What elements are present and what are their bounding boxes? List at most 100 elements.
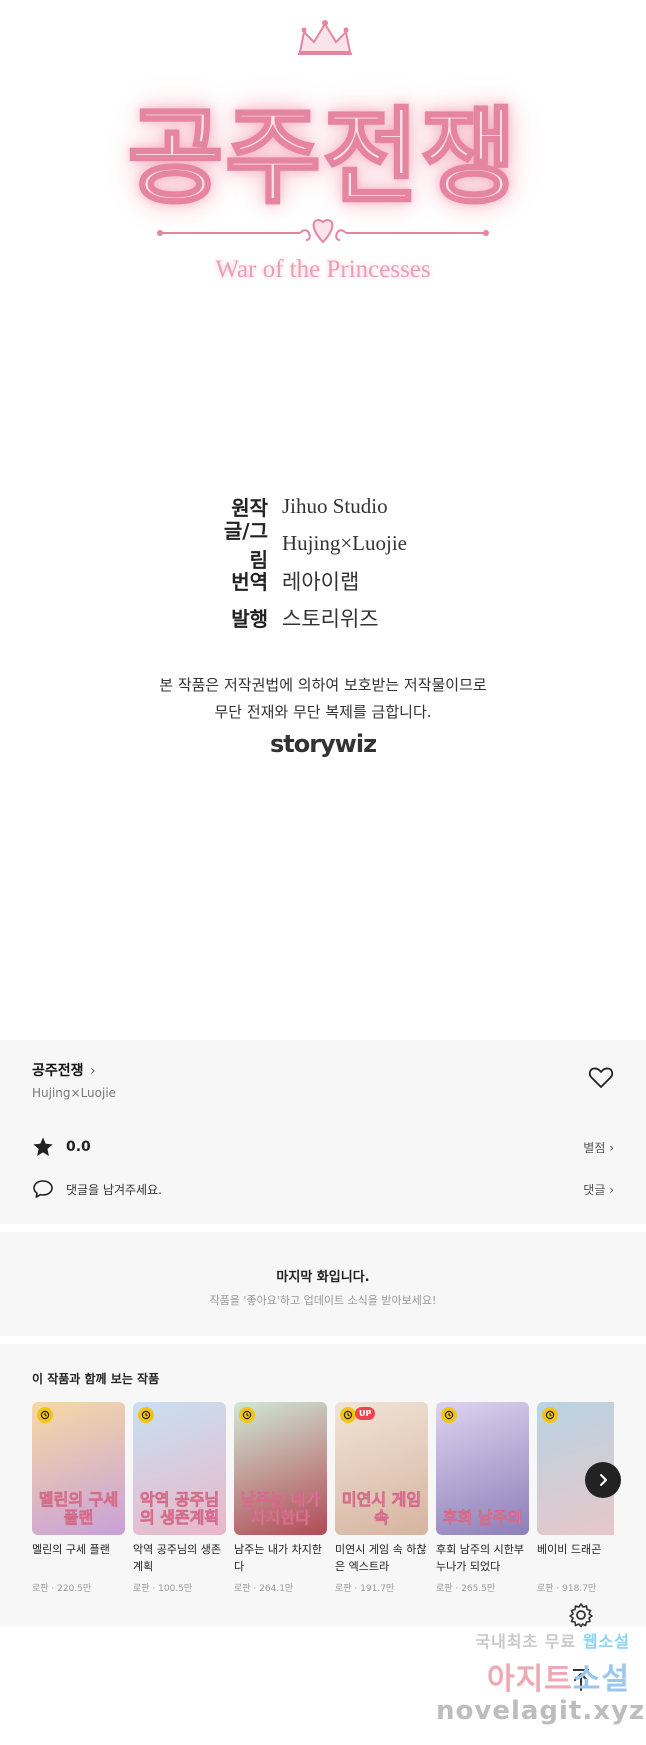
recommendation-title: 베이비 드래곤 [537, 1543, 602, 1556]
watermark-text: 국내최초 무료 [475, 1632, 583, 1651]
recommendations-heading: 이 작품과 함께 보는 작품 [32, 1372, 160, 1386]
last-episode-notice: 마지막 화입니다. 작품을 '좋아요'하고 업데이트 소식을 받아보세요! [0, 1232, 646, 1336]
rating-link-label: 별점 [583, 1140, 606, 1155]
recommendation-card[interactable]: 악역 공주님의 생존계획 악역 공주님의 생존계획 로판 · 100.5만 [133, 1402, 226, 1594]
credit-row: 발행 스토리위즈 [210, 599, 510, 636]
last-episode-subtitle: 작품을 '좋아요'하고 업데이트 소식을 받아보세요! [209, 1294, 437, 1307]
recommendation-views: 220.5만 [57, 1584, 92, 1594]
cover-thumbnail: UP 미연시 게임 속 [335, 1402, 428, 1535]
recommendation-title: 미연시 게임 속 하찮은 엑스트라 [335, 1543, 427, 1573]
meta-separator: · [351, 1584, 361, 1594]
star-icon [33, 1137, 53, 1156]
cover-title-art: 멜린의 구세플랜 [38, 1490, 119, 1527]
recommendation-title: 남주는 내가 차지한다 [234, 1543, 322, 1573]
site-watermark: 국내최초 무료 웹소설 아지트소설 novelagit.xyz [436, 1628, 646, 1745]
recommendations-section: 이 작품과 함께 보는 작품 멜린의 구세플랜멜린의 구세 플랜로판 · 220… [0, 1344, 646, 1626]
recommendation-meta: 로판 · 264.1만 [234, 1581, 327, 1594]
recommendation-meta: 로판 · 191.7만 [335, 1581, 428, 1594]
chevron-right-icon [600, 1474, 607, 1486]
cover-thumbnail: 멜린의 구세플랜 [32, 1402, 125, 1535]
rating-value: 0.0 [66, 1139, 91, 1155]
title-english: War of the Princesses [215, 256, 431, 283]
cover-thumbnail: 후회 남주의 [436, 1402, 529, 1535]
recommendation-title: 멜린의 구세 플랜 [32, 1543, 110, 1556]
update-badge: UP [355, 1407, 376, 1420]
recommendation-card[interactable]: 멜린의 구세플랜멜린의 구세 플랜로판 · 220.5만 [32, 1402, 125, 1594]
copyright-line: 본 작품은 저작권법에 의하여 보호받는 저작물이므로 [159, 676, 487, 694]
comment-link[interactable]: 댓글 › [583, 1181, 614, 1198]
chevron-right-icon: › [85, 1063, 96, 1079]
publisher-logo: storywiz [269, 730, 377, 758]
recommendation-genre: 로판 [133, 1584, 150, 1594]
series-author: Hujing×Luojie [32, 1086, 117, 1100]
cover-title-art: 악역 공주님의 생존계획 [139, 1490, 220, 1527]
watermark-text: 아지트 [486, 1662, 573, 1697]
watermark-url: novelagit.xyz [436, 1696, 646, 1726]
watermark-text: 웹소설 [582, 1632, 630, 1651]
last-episode-title: 마지막 화입니다. [276, 1270, 370, 1285]
copyright-notice: 본 작품은 저작권법에 의하여 보호받는 저작물이므로 무단 전재와 무단 복제… [0, 672, 646, 726]
recommendation-views: 918.7만 [562, 1584, 597, 1594]
wait-free-clock-icon [138, 1407, 154, 1423]
recommendations-list[interactable]: 멜린의 구세플랜 멜린의 구세 플랜 로판 · 220.5만 악역 공주님의 생존계획… [32, 1402, 614, 1612]
meta-separator: · [149, 1584, 159, 1594]
cover-thumbnail: 악역 공주님의 생존계획 [133, 1402, 226, 1535]
watermark-line: 아지트소설 [436, 1654, 630, 1698]
rating-row: 0.0 별점 › [32, 1136, 614, 1158]
recommendation-title: 악역 공주님의 생존계획 [133, 1543, 221, 1573]
recommendation-meta: 로판 · 265.5만 [436, 1581, 529, 1594]
title-artwork: 공주전쟁 War of the Princesses [0, 0, 646, 330]
cover-title-art: 남주는 내가 차지한다 [240, 1490, 321, 1527]
cover-thumbnail: 남주는 내가 차지한다 [234, 1402, 327, 1535]
wait-free-clock-icon [542, 1407, 558, 1423]
wait-free-clock-icon [37, 1407, 53, 1423]
recommendation-card[interactable]: 남주는 내가 차지한다 남주는 내가 차지한다 로판 · 264.1만 [234, 1402, 327, 1594]
recommendation-card[interactable]: 베이비 드래곤로판 · 918.7만 [537, 1402, 614, 1594]
recommendation-views: 100.5만 [158, 1584, 193, 1594]
recommendation-genre: 로판 [32, 1584, 49, 1594]
watermark-text: 소설 [572, 1662, 630, 1697]
comment-prompt: 댓글을 남겨주세요. [66, 1182, 162, 1197]
meta-separator: · [452, 1584, 462, 1594]
wait-free-clock-icon [441, 1407, 457, 1423]
credit-value: Jihuo Studio [282, 494, 388, 518]
recommendation-meta: 로판 · 220.5만 [32, 1581, 125, 1594]
recommendation-genre: 로판 [335, 1584, 352, 1594]
watermark-line: 국내최초 무료 웹소설 [436, 1628, 630, 1652]
credits-block: 원작 Jihuo Studio 글/그림 Hujing×Luojie 번역 레아… [210, 488, 510, 636]
recommendation-title: 후회 남주의 시한부 누나가 되었다 [436, 1543, 524, 1573]
recommendation-views: 264.1만 [259, 1584, 294, 1594]
meta-separator: · [553, 1584, 563, 1594]
wait-free-clock-icon [239, 1407, 255, 1423]
title-korean: 공주전쟁 [126, 94, 519, 220]
cover-title-art: 미연시 게임 속 [341, 1490, 422, 1527]
meta-separator: · [250, 1584, 260, 1594]
gear-icon[interactable] [566, 1600, 596, 1630]
cover-title-art: 후회 남주의 [442, 1508, 523, 1527]
series-title-link[interactable]: 공주전쟁 › [32, 1060, 96, 1080]
ornament-divider-icon [157, 219, 489, 244]
copyright-line: 무단 전재와 무단 복제를 금합니다. [214, 703, 432, 721]
recommendation-views: 191.7만 [360, 1584, 395, 1594]
credit-label: 번역 [231, 570, 268, 594]
heart-icon[interactable] [588, 1066, 614, 1090]
recommendation-genre: 로판 [537, 1584, 554, 1594]
credit-label: 글/그림 [223, 518, 268, 572]
recommendation-genre: 로판 [234, 1584, 251, 1594]
recommendation-genre: 로판 [436, 1584, 453, 1594]
rating-link[interactable]: 별점 › [583, 1139, 614, 1156]
credit-row: 글/그림 Hujing×Luojie [210, 519, 510, 572]
recommendation-views: 265.5만 [461, 1584, 496, 1594]
recommendation-card[interactable]: UP 미연시 게임 속미연시 게임 속 하찮은 엑스트라로판 · 191.7만 [335, 1402, 428, 1594]
recommendation-card[interactable]: 후회 남주의후회 남주의 시한부 누나가 되었다로판 · 265.5만 [436, 1402, 529, 1594]
credit-row: 번역 레아이랩 [210, 562, 510, 599]
meta-separator: · [48, 1584, 58, 1594]
wait-free-clock-icon [340, 1407, 356, 1423]
crown-icon [298, 20, 352, 55]
recommendation-meta: 로판 · 918.7만 [537, 1581, 614, 1594]
series-info-panel: 공주전쟁 › Hujing×Luojie 0.0 별점 › 댓글을 남겨주세요.… [0, 1040, 646, 1224]
carousel-next-button[interactable] [585, 1462, 621, 1498]
comment-link-label: 댓글 [583, 1182, 606, 1197]
comment-row[interactable]: 댓글을 남겨주세요. 댓글 › [32, 1178, 614, 1200]
credit-value: 스토리위즈 [282, 606, 379, 631]
